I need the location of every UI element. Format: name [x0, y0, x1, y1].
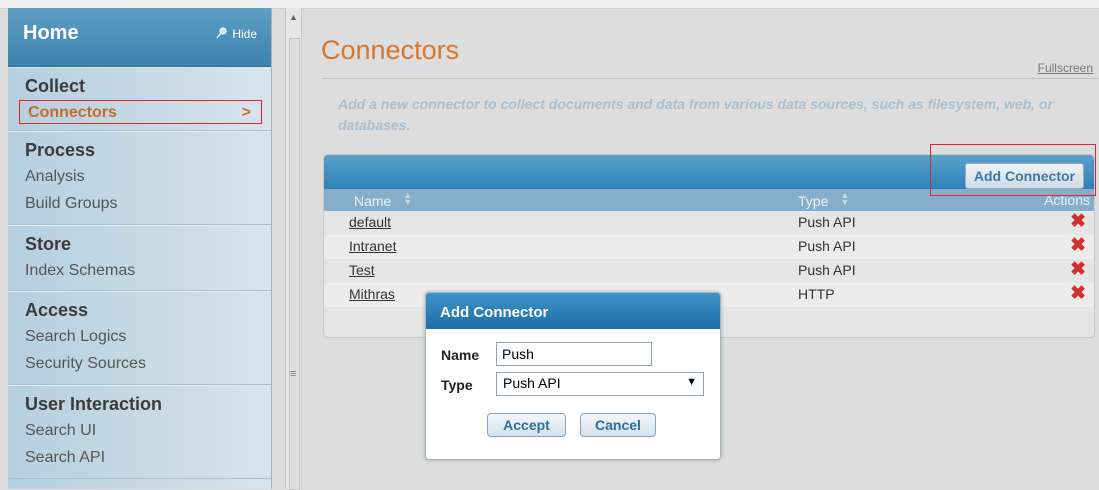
sidebar-item-label: Connectors: [28, 104, 117, 121]
section-title: Store: [25, 234, 72, 254]
column-label: Name: [354, 193, 392, 209]
fullscreen-link[interactable]: Fullscreen: [1038, 61, 1093, 75]
title-divider: [322, 78, 1099, 79]
sidebar-item-search-ui[interactable]: Search UI: [8, 418, 271, 444]
sort-icon: ▲ ▼: [403, 190, 413, 207]
connector-link[interactable]: Intranet: [349, 238, 396, 254]
delete-x-icon[interactable]: ✖: [1070, 284, 1086, 304]
sidebar-header: Home Hide: [8, 8, 271, 67]
chevron-right-icon: >: [241, 104, 251, 121]
scroll-up-icon[interactable]: ▲: [289, 12, 298, 22]
add-connector-dialog: Add Connector Name Type Push API ▼ Accep…: [425, 292, 721, 460]
pin-icon: [216, 27, 228, 39]
table-row: Intranet Push API ✖: [324, 235, 1094, 259]
chevron-down-icon: ▼: [686, 376, 697, 388]
sidebar-item-search-api[interactable]: Search API: [8, 444, 271, 472]
sidebar-splitter[interactable]: ▲ ≡: [285, 8, 302, 490]
dialog-title: Add Connector: [426, 293, 720, 329]
grip-icon[interactable]: ≡: [290, 368, 296, 380]
sort-icon: ▲ ▼: [840, 190, 850, 207]
column-label: Type: [798, 193, 829, 209]
sidebar-item-analysis[interactable]: Analysis: [8, 164, 271, 190]
hide-label: Hide: [232, 27, 257, 41]
delete-x-icon[interactable]: ✖: [1070, 212, 1086, 232]
sidebar-item-search-logics[interactable]: Search Logics: [8, 324, 271, 350]
type-selected-value: Push API: [503, 375, 561, 391]
sidebar-section-store: Store Index Schemas: [8, 225, 271, 291]
connector-type: HTTP: [798, 286, 835, 302]
column-header-name[interactable]: Name ▲ ▼: [354, 190, 413, 210]
sidebar-item-index-schemas[interactable]: Index Schemas: [8, 258, 271, 284]
add-connector-highlight: [930, 144, 1096, 196]
table-row: default Push API ✖: [324, 211, 1094, 235]
name-input[interactable]: [496, 342, 652, 366]
connector-type: Push API: [798, 214, 856, 230]
sidebar: Home Hide Collect Connectors > Process A…: [8, 8, 272, 489]
sidebar-section-access: Access Search Logics Security Sources: [8, 291, 271, 385]
type-select[interactable]: Push API ▼: [496, 372, 704, 396]
type-label: Type: [441, 377, 473, 393]
section-title: Process: [25, 140, 96, 160]
sidebar-item-security-sources[interactable]: Security Sources: [8, 350, 271, 378]
table-row: Test Push API ✖: [324, 259, 1094, 283]
sidebar-item-connectors[interactable]: Connectors >: [19, 100, 262, 124]
cancel-button[interactable]: Cancel: [580, 413, 656, 437]
column-header-type[interactable]: Type ▲ ▼: [798, 190, 850, 210]
connector-type: Push API: [798, 238, 856, 254]
hide-button[interactable]: Hide: [216, 27, 257, 41]
section-title: Access: [25, 300, 89, 320]
delete-x-icon[interactable]: ✖: [1070, 236, 1086, 256]
scrollbar-track[interactable]: [289, 38, 300, 490]
connector-link[interactable]: default: [349, 214, 391, 230]
sidebar-section-process: Process Analysis Build Groups: [8, 131, 271, 225]
accept-button[interactable]: Accept: [487, 413, 566, 437]
connector-link[interactable]: Test: [349, 262, 375, 278]
section-title: Collect: [25, 76, 86, 96]
delete-x-icon[interactable]: ✖: [1070, 260, 1086, 280]
sidebar-section-user-interaction: User Interaction Search UI Search API: [8, 385, 271, 479]
section-title: User Interaction: [25, 394, 163, 414]
page-title: Connectors: [321, 35, 460, 65]
name-label: Name: [441, 347, 480, 363]
sidebar-section-collect: Collect Connectors >: [8, 67, 271, 131]
sidebar-item-build-groups[interactable]: Build Groups: [8, 190, 271, 218]
connector-type: Push API: [798, 262, 856, 278]
page-description: Add a new connector to collect documents…: [338, 96, 1053, 133]
connector-link[interactable]: Mithras: [349, 286, 395, 302]
home-link[interactable]: Home: [23, 22, 79, 45]
